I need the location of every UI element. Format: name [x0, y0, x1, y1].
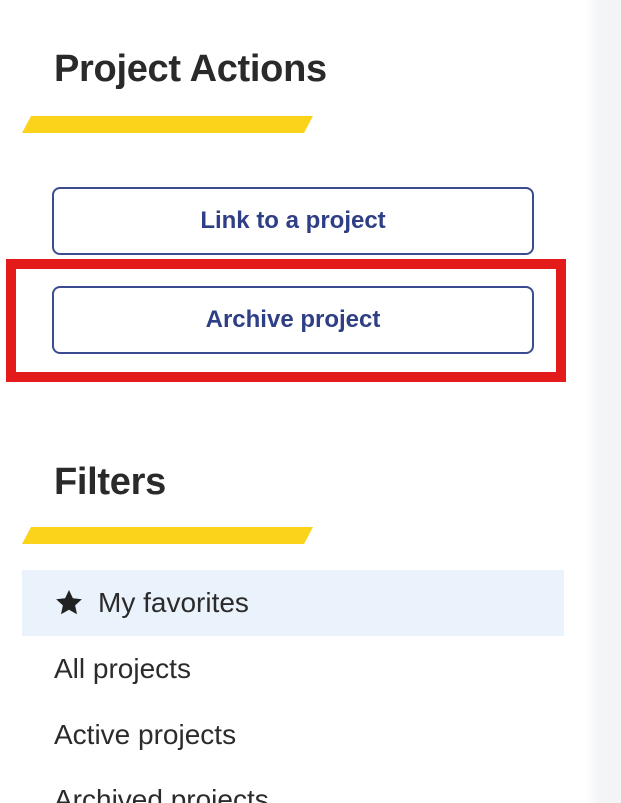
filter-all-projects[interactable]: All projects — [22, 636, 564, 702]
filter-my-favorites[interactable]: My favorites — [22, 570, 564, 636]
project-actions-heading: Project Actions — [54, 48, 327, 90]
filters-heading: Filters — [54, 461, 166, 503]
filter-all-projects-label: All projects — [54, 653, 191, 684]
project-actions-accent-bar — [22, 116, 313, 133]
filter-archived-projects[interactable]: Archived projects — [54, 786, 354, 803]
archive-project-button[interactable]: Archive project — [52, 286, 534, 354]
filter-my-favorites-label: My favorites — [98, 587, 249, 618]
star-icon — [54, 588, 84, 618]
link-to-project-button[interactable]: Link to a project — [52, 187, 534, 255]
filter-archived-projects-label: Archived projects — [54, 786, 269, 803]
filters-accent-bar — [22, 527, 313, 544]
filter-active-projects-label: Active projects — [54, 719, 237, 750]
filter-active-projects[interactable]: Active projects — [22, 702, 564, 768]
right-panel-edge — [585, 0, 621, 803]
